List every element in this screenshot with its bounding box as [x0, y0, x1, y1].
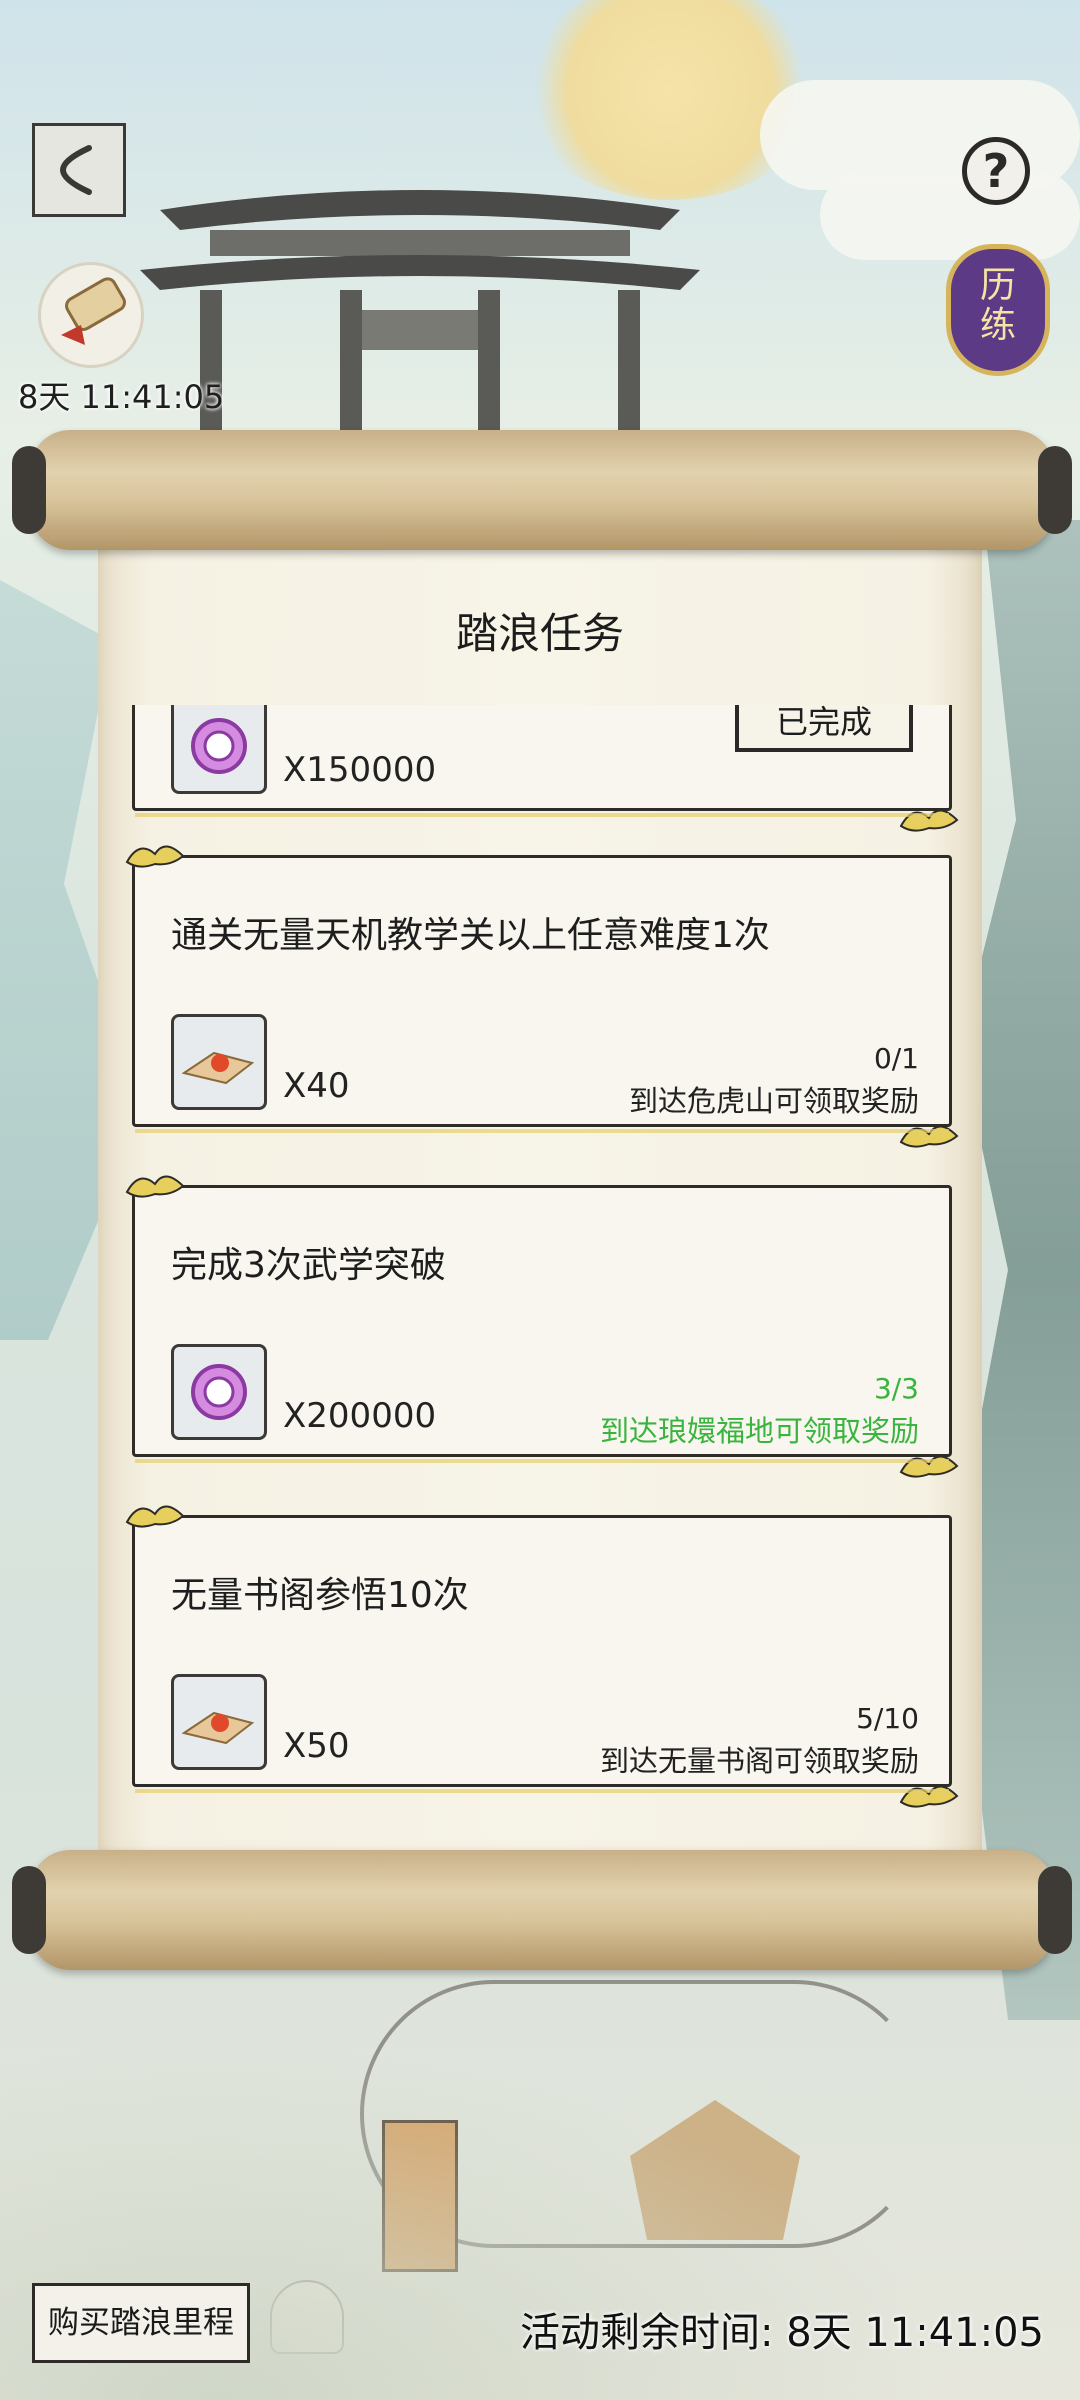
red-orb-cloth-icon: [171, 1014, 267, 1110]
task-card: 通关无量天机教学关以上任意难度1次 X40 0/1 到达危虎山可领取奖励: [125, 845, 959, 1148]
back-button[interactable]: [32, 123, 126, 217]
reward-quantity: X40: [283, 1066, 350, 1106]
cloud-ornament-icon: [899, 1455, 959, 1478]
cloud-ornament-icon: [899, 1125, 959, 1148]
scroll-event-icon[interactable]: [38, 262, 144, 368]
red-orb-graphic: [181, 1711, 255, 1745]
reward-quantity: X50: [283, 1726, 350, 1766]
task-title: 无量书阁参悟10次: [171, 1575, 469, 1616]
purple-token-graphic: [191, 1364, 247, 1420]
task-title: 通关无量天机教学关以上任意难度1次: [171, 915, 770, 956]
event-timer: 8天 11:41:05: [18, 378, 225, 416]
task-progress: 5/10: [856, 1702, 919, 1735]
badge-label: 历练: [979, 265, 1016, 346]
cloud-ornament-icon: [125, 1505, 185, 1528]
training-badge-button[interactable]: 历练: [946, 244, 1050, 376]
task-status[interactable]: 到达琅嬛福地可领取奖励: [600, 1408, 919, 1450]
task-card: X150000 已完成: [132, 705, 959, 832]
task-status: 到达危虎山可领取奖励: [628, 1084, 919, 1118]
purple-token-icon: [171, 1344, 267, 1440]
task-list[interactable]: X150000 已完成 通关无量天机教学关以上任意难度1次 X40 0/1 到达…: [120, 705, 960, 1815]
completed-button[interactable]: 已完成: [735, 705, 913, 752]
cloud-ornament-icon: [899, 809, 959, 832]
task-title: 完成3次武学突破: [171, 1245, 446, 1286]
question-icon: ?: [982, 144, 1010, 198]
cloud-ornament-icon: [899, 1785, 959, 1808]
buy-mileage-button[interactable]: 购买踏浪里程: [32, 2283, 250, 2363]
cloud-ornament-icon: [125, 845, 185, 868]
red-orb-graphic: [181, 1051, 255, 1085]
scroll-rod-top: [12, 430, 1072, 550]
task-card: 无量书阁参悟10次 X50 5/10 到达无量书阁可领取奖励: [125, 1505, 959, 1808]
panel-title: 踏浪任务: [455, 609, 624, 658]
purple-token-graphic: [191, 718, 247, 774]
red-orb-cloth-icon: [171, 1674, 267, 1770]
task-progress: 3/3: [873, 1372, 919, 1405]
remaining-label: 活动剩余时间:: [519, 2310, 774, 2356]
reward-quantity: X200000: [283, 1396, 437, 1436]
task-progress: 0/1: [873, 1042, 919, 1075]
scroll-rod-bottom: [12, 1850, 1072, 1970]
task-status: 到达无量书阁可领取奖励: [599, 1744, 919, 1778]
help-button[interactable]: ?: [962, 137, 1030, 205]
back-arrow-icon: [59, 145, 92, 195]
remaining-value: 8天 11:41:05: [786, 2310, 1044, 2356]
purple-token-icon: [171, 705, 267, 794]
task-card: 完成3次武学突破 X200000 3/3 到达琅嬛福地可领取奖励: [125, 1175, 959, 1478]
cloud-ornament-icon: [125, 1175, 185, 1198]
scroll-icon: [61, 277, 126, 345]
reward-quantity: X150000: [283, 750, 437, 790]
remaining-time: 活动剩余时间: 8天 11:41:05: [520, 2300, 1044, 2358]
